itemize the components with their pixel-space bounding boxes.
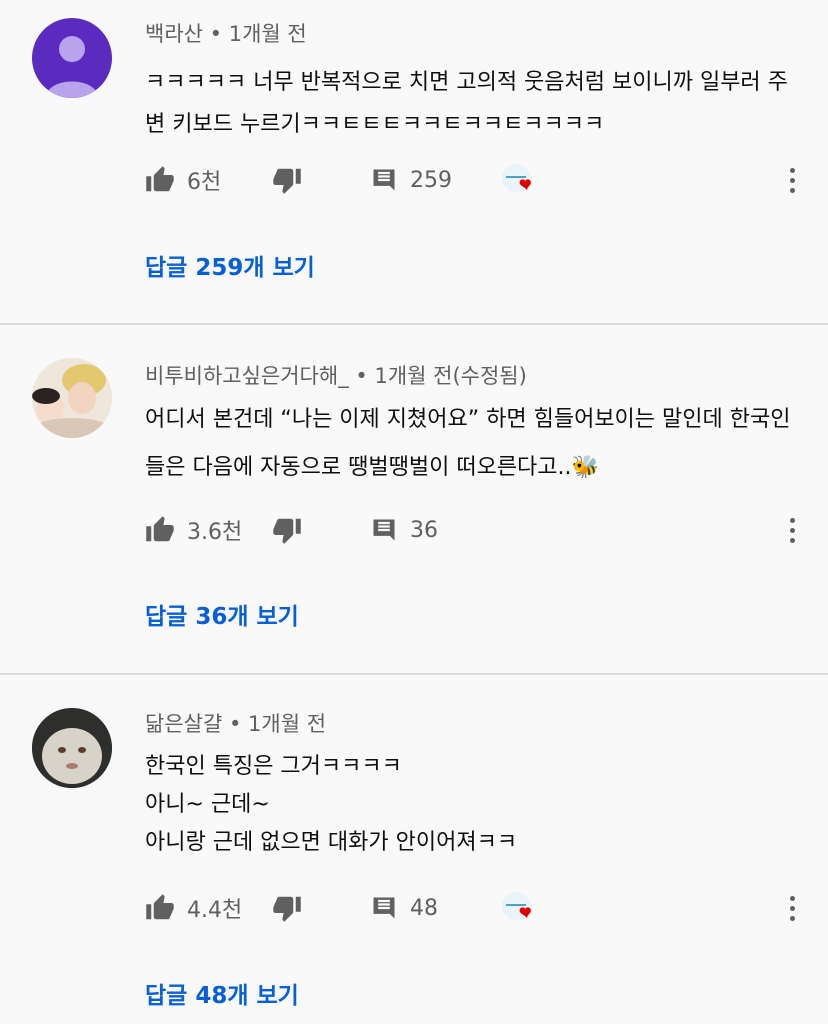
dislike-button[interactable] <box>272 160 302 200</box>
dislike-button[interactable] <box>272 510 302 550</box>
comment-actions: 4.4천 48 <box>0 888 828 928</box>
thumbs-up-icon <box>146 166 174 192</box>
like-button[interactable]: 3.6천 <box>145 510 242 550</box>
comment-actions: 3.6천 36 <box>0 510 828 550</box>
comment-line: 한국인 특징은 그거ㅋㅋㅋㅋ <box>145 754 402 779</box>
timestamp[interactable]: 1개월 전(수정됨) <box>374 364 526 388</box>
like-button[interactable]: 6천 <box>145 160 221 200</box>
avatar[interactable] <box>32 708 112 788</box>
reply-count: 48 <box>410 895 438 921</box>
like-count: 6천 <box>187 170 222 195</box>
author-name[interactable]: 비투비하고싶은거다해_ <box>145 364 349 388</box>
dislike-button[interactable] <box>272 888 302 928</box>
separator: • <box>228 712 242 736</box>
comment-line: ㅋㅋㅋㅋㅋ 너무 반복적으로 치면 고의적 웃음처럼 보이니까 일부러 주 <box>145 70 788 95</box>
separator: • <box>209 22 223 46</box>
reply-button[interactable]: 259 <box>370 160 452 200</box>
thumbs-down-icon <box>273 168 301 194</box>
view-replies-button[interactable]: 답글 48개 보기 <box>145 976 299 1010</box>
comment-line: 변 키보드 누르기ㅋㅋㅌㅌㅌㅋㅋㅌㅋㅋㅌㅋㅋㅋㅋ <box>145 112 605 137</box>
avatar[interactable] <box>32 358 112 438</box>
comment-meta: 비투비하고싶은거다해_ • 1개월 전(수정됨) <box>145 360 527 390</box>
timestamp[interactable]: 1개월 전 <box>229 22 307 46</box>
timestamp[interactable]: 1개월 전 <box>248 712 326 736</box>
avatar[interactable] <box>32 18 112 98</box>
view-replies-button[interactable]: 답글 36개 보기 <box>145 597 299 631</box>
author-name[interactable]: 백라산 <box>145 22 203 46</box>
photo-avatar <box>32 708 112 788</box>
like-button[interactable]: 4.4천 <box>145 888 242 928</box>
comment-line: 들은 다음에 자동으로 땡벌땡벌이 떠오른다고..🐝 <box>145 455 599 480</box>
reply-button[interactable]: 48 <box>370 888 438 928</box>
default-person-icon <box>46 36 98 98</box>
reply-count: 259 <box>410 167 452 193</box>
view-replies-button[interactable]: 답글 259개 보기 <box>145 248 315 282</box>
comment-meta: 백라산 • 1개월 전 <box>145 18 307 48</box>
like-count: 4.4천 <box>187 898 243 923</box>
thumbs-up-icon <box>146 894 174 920</box>
creator-heart-icon <box>502 164 531 192</box>
creator-heart <box>500 160 540 200</box>
comment-line: 아니랑 근데 없으면 대화가 안이어져ㅋㅋ <box>145 830 518 855</box>
reply-count: 36 <box>410 517 438 543</box>
comment-meta: 닮은살걀 • 1개월 전 <box>145 708 326 738</box>
more-options-button[interactable] <box>780 888 804 928</box>
thumbs-down-icon <box>273 896 301 922</box>
separator: • <box>355 364 368 388</box>
like-count: 3.6천 <box>187 520 243 545</box>
comment-icon <box>373 169 395 191</box>
more-options-button[interactable] <box>780 160 804 200</box>
comment-icon <box>373 519 395 541</box>
creator-heart-icon <box>502 892 531 920</box>
divider <box>0 323 828 325</box>
comment-line: 어디서 본건데 “나는 이제 지쳤어요” 하면 힘들어보이는 말인데 한국인 <box>145 407 791 432</box>
comment-text: 어디서 본건데 “나는 이제 지쳤어요” 하면 힘들어보이는 말인데 한국인 들… <box>145 396 805 492</box>
comment-text: 한국인 특징은 그거ㅋㅋㅋㅋ 아니~ 근데~ 아니랑 근데 없으면 대화가 안이… <box>145 748 805 862</box>
comment-text: ㅋㅋㅋㅋㅋ 너무 반복적으로 치면 고의적 웃음처럼 보이니까 일부러 주 변 … <box>145 62 805 146</box>
comment-line: 아니~ 근데~ <box>145 792 270 817</box>
thumbs-up-icon <box>146 516 174 542</box>
creator-heart <box>500 888 540 928</box>
more-options-button[interactable] <box>780 510 804 550</box>
photo-avatar <box>32 358 112 438</box>
comment-icon <box>373 897 395 919</box>
thumbs-down-icon <box>273 518 301 544</box>
divider <box>0 673 828 675</box>
author-name[interactable]: 닮은살걀 <box>145 712 222 736</box>
comment-actions: 6천 259 <box>0 160 828 200</box>
reply-button[interactable]: 36 <box>370 510 438 550</box>
